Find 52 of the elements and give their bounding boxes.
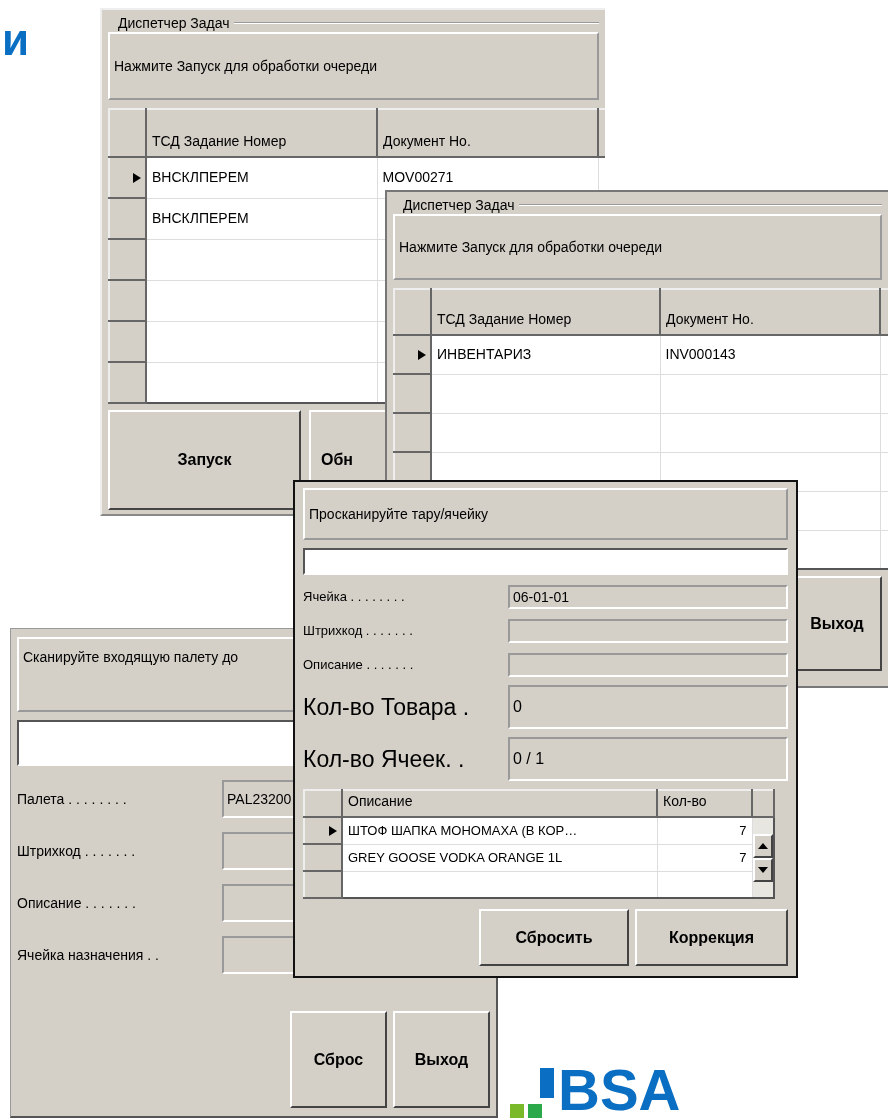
- table-cell: GREY GOOSE VODKA ORANGE 1L: [342, 844, 657, 871]
- row-header: [109, 109, 146, 157]
- row-pointer-icon: [329, 826, 337, 837]
- value-field: 06-01-01: [508, 585, 788, 609]
- row-header: [304, 790, 342, 817]
- heading-text: и: [2, 18, 30, 62]
- row-header[interactable]: [394, 335, 431, 374]
- row-pointer-icon: [418, 350, 426, 361]
- field-label: Описание . . . . . . .: [17, 893, 137, 913]
- scroll-down-button[interactable]: [752, 857, 773, 882]
- row-header: [394, 289, 431, 335]
- message-panel: Просканируйте тару/ячейку: [303, 488, 788, 540]
- scroll-up-button[interactable]: [752, 833, 773, 858]
- logo-mark-icon: [510, 1068, 554, 1118]
- button[interactable]: Сброс: [290, 1011, 387, 1108]
- field-label: Ячейка назначения . .: [17, 945, 160, 965]
- message-panel: Нажмите Запуск для обработки очереди: [393, 214, 882, 280]
- field-label: Палета . . . . . . . .: [17, 789, 128, 809]
- input-field[interactable]: [303, 548, 788, 575]
- table-cell: ШТОФ ШАПКА МОНОМАХА (В КОР…: [342, 817, 657, 844]
- table-cell: ИНВЕНТАРИЗ: [431, 335, 660, 374]
- table-cell: ВНСКЛПЕРЕМ: [146, 198, 377, 239]
- row-pointer-icon: [133, 173, 141, 184]
- row-header[interactable]: [109, 157, 146, 198]
- column-header[interactable]: Кол-во: [657, 790, 752, 817]
- logo-text: BSA: [558, 1062, 681, 1118]
- column-header[interactable]: ТСД Задание Номер: [146, 109, 377, 157]
- group-title: Диспетчер Задач: [117, 13, 230, 33]
- value-field: 0: [508, 685, 788, 729]
- button[interactable]: Сбросить: [479, 909, 629, 966]
- column-header[interactable]: Документ Но.: [660, 289, 880, 335]
- down-arrow-icon: [757, 866, 768, 873]
- column-header: [752, 790, 774, 817]
- field-label: Описание . . . . . . .: [303, 656, 415, 675]
- column-header[interactable]: ТСД Задание Номер: [431, 289, 660, 335]
- scrollbar[interactable]: [752, 833, 773, 882]
- value-field: 0 / 1: [508, 737, 788, 781]
- button[interactable]: Запуск: [108, 410, 301, 510]
- column-header[interactable]: Документ Но.: [377, 109, 598, 157]
- button[interactable]: Выход: [393, 1011, 490, 1108]
- button[interactable]: Коррекция: [635, 909, 788, 966]
- field-label: Ячейка . . . . . . . .: [303, 588, 406, 607]
- message-panel: Нажмите Запуск для обработки очереди: [108, 32, 599, 100]
- row-header[interactable]: [304, 817, 342, 844]
- up-arrow-icon: [757, 842, 768, 849]
- table-cell: INV000143: [660, 335, 880, 374]
- table-cell: ВНСКЛПЕРЕМ: [146, 157, 377, 198]
- table-cell: 7: [657, 817, 752, 844]
- field-label: Кол-во Ячеек. .: [303, 744, 466, 774]
- group-title: Диспетчер Задач: [402, 195, 515, 215]
- field-label: Штрихкод . . . . . . .: [17, 841, 137, 861]
- column-header[interactable]: Описание: [342, 790, 657, 817]
